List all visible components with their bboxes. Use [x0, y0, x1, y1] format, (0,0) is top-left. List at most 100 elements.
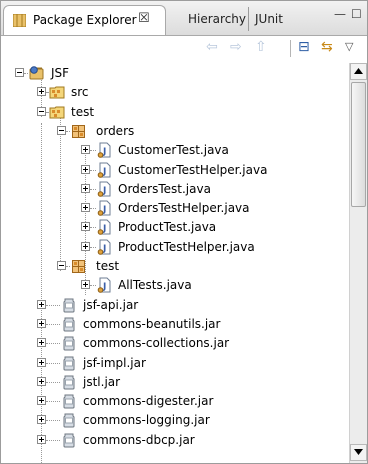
scrollbar-thumb[interactable] — [351, 82, 366, 207]
scroll-up-button[interactable] — [350, 63, 367, 80]
tree-item-label: commons-collections.jar — [83, 336, 230, 350]
tree-row[interactable]: J ProductTest.java — [1, 218, 348, 237]
expand-toggle-icon[interactable] — [37, 338, 46, 347]
tree-row[interactable]: commons-collections.jar — [1, 334, 348, 353]
vertical-scrollbar[interactable] — [349, 63, 367, 463]
collapse-toggle-icon[interactable] — [37, 107, 46, 116]
java-file-icon: J — [97, 142, 113, 158]
tree-row[interactable]: J CustomerTestHelper.java — [1, 161, 348, 180]
jar-icon — [61, 374, 77, 390]
tree-item-label: JSF — [51, 66, 70, 80]
tab-junit[interactable]: JUnit — [255, 12, 283, 26]
forward-arrow-icon[interactable]: ⇨ — [230, 39, 242, 55]
tree-item-label: AllTests.java — [118, 278, 192, 292]
tab-package-explorer-label: Package Explorer — [33, 13, 137, 27]
package-icon — [71, 258, 87, 274]
tab-package-explorer[interactable]: Package Explorer ☒ — [3, 5, 166, 35]
maximize-icon[interactable]: ☐ — [351, 7, 362, 21]
tree-row[interactable]: test — [1, 103, 348, 122]
jar-icon — [61, 316, 77, 332]
tree-item-label: commons-digester.jar — [83, 394, 214, 408]
tree-item-label: orders — [96, 124, 135, 138]
package-icon — [71, 123, 87, 139]
collapse-all-icon[interactable]: ⊟ — [298, 39, 310, 55]
tree-item-label: jsf-api.jar — [83, 298, 139, 312]
tree-row[interactable]: J OrdersTestHelper.java — [1, 199, 348, 218]
tree-row[interactable]: jstl.jar — [1, 373, 348, 392]
tree-item-label: jsf-impl.jar — [83, 356, 146, 370]
jar-icon — [61, 432, 77, 448]
tree-row[interactable]: JSF — [1, 64, 348, 83]
view-toolbar: ⇦ ⇨ ⇧ ⊟ ⇆ ▽ — [1, 36, 367, 60]
expand-toggle-icon[interactable] — [37, 300, 46, 309]
tree-row[interactable]: J CustomerTest.java — [1, 141, 348, 160]
tree-row[interactable]: J AllTests.java — [1, 276, 348, 295]
java-file-icon: J — [97, 219, 113, 235]
minimize-icon[interactable]: — — [334, 7, 346, 21]
project-icon — [29, 65, 45, 81]
collapse-toggle-icon[interactable] — [57, 261, 66, 270]
expand-toggle-icon[interactable] — [37, 377, 46, 386]
tree-row[interactable]: test — [1, 257, 348, 276]
link-with-editor-icon[interactable]: ⇆ — [321, 39, 333, 55]
tree-row[interactable]: commons-digester.jar — [1, 392, 348, 411]
source-folder-icon — [49, 84, 65, 100]
tree-item-label: test — [71, 105, 95, 119]
tree-item-label: CustomerTestHelper.java — [118, 163, 268, 177]
tree-row[interactable]: orders — [1, 122, 348, 141]
java-file-icon: J — [97, 277, 113, 293]
expand-toggle-icon[interactable] — [37, 435, 46, 444]
expand-toggle-icon[interactable] — [37, 319, 46, 328]
jar-icon — [61, 355, 77, 371]
java-file-icon: J — [97, 162, 113, 178]
tree-item-label: commons-beanutils.jar — [83, 317, 221, 331]
package-explorer-icon — [13, 14, 26, 27]
project-tree: JSF src test orders J CustomerTest.java J Custo… — [1, 63, 348, 463]
java-file-icon: J — [97, 239, 113, 255]
expand-toggle-icon[interactable] — [81, 280, 90, 289]
jar-icon — [61, 393, 77, 409]
expand-toggle-icon[interactable] — [81, 165, 90, 174]
source-folder-icon — [49, 104, 65, 120]
view-tab-bar: Package Explorer ☒ Hierarchy JUnit — ☐ — [1, 1, 367, 36]
view-menu-icon[interactable]: ▽ — [345, 39, 353, 55]
tree-item-label: OrdersTest.java — [118, 182, 211, 196]
tree-row[interactable]: commons-logging.jar — [1, 411, 348, 430]
tree-item-label: CustomerTest.java — [118, 143, 229, 157]
tree-row[interactable]: commons-dbcp.jar — [1, 431, 348, 450]
expand-toggle-icon[interactable] — [81, 203, 90, 212]
scroll-up-arrow-icon — [354, 68, 363, 74]
tree-row[interactable]: J OrdersTest.java — [1, 180, 348, 199]
java-file-icon: J — [97, 200, 113, 216]
expand-toggle-icon[interactable] — [37, 358, 46, 367]
scroll-down-arrow-icon — [354, 449, 363, 455]
expand-toggle-icon[interactable] — [37, 415, 46, 424]
tree-item-label: src — [71, 85, 89, 99]
tree-item-label: OrdersTestHelper.java — [118, 201, 250, 215]
expand-toggle-icon[interactable] — [81, 242, 90, 251]
collapse-toggle-icon[interactable] — [15, 68, 24, 77]
tree-item-label: commons-logging.jar — [83, 413, 210, 427]
tree-row[interactable]: commons-beanutils.jar — [1, 315, 348, 334]
expand-toggle-icon[interactable] — [37, 87, 46, 96]
tree-row[interactable]: jsf-impl.jar — [1, 354, 348, 373]
scroll-down-button[interactable] — [350, 444, 367, 461]
collapse-toggle-icon[interactable] — [57, 126, 66, 135]
expand-toggle-icon[interactable] — [81, 184, 90, 193]
tree-item-label: ProductTestHelper.java — [118, 240, 255, 254]
tab-divider — [248, 7, 249, 31]
back-arrow-icon[interactable]: ⇦ — [206, 39, 218, 55]
tree-item-label: test — [96, 259, 120, 273]
expand-toggle-icon[interactable] — [81, 145, 90, 154]
tab-hierarchy[interactable]: Hierarchy — [188, 12, 246, 26]
jar-icon — [61, 335, 77, 351]
toolbar-divider — [290, 40, 291, 57]
tree-row[interactable]: J ProductTestHelper.java — [1, 238, 348, 257]
expand-toggle-icon[interactable] — [37, 396, 46, 405]
jar-icon — [61, 297, 77, 313]
tree-row[interactable]: jsf-api.jar — [1, 296, 348, 315]
up-arrow-icon[interactable]: ⇧ — [255, 39, 267, 55]
tree-row[interactable]: src — [1, 83, 348, 102]
close-icon[interactable]: ☒ — [138, 11, 150, 26]
expand-toggle-icon[interactable] — [81, 222, 90, 231]
